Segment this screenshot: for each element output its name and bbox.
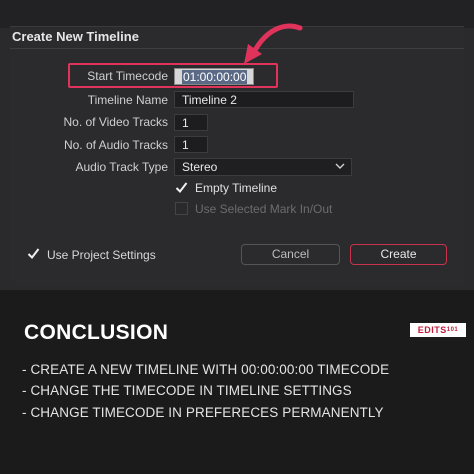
- chevron-down-icon: [335, 163, 345, 169]
- use-project-settings-label: Use Project Settings: [47, 248, 156, 262]
- screenshot-area: Create New Timeline Start Timecode 01:00…: [0, 0, 474, 290]
- checkmark-icon: [27, 248, 40, 260]
- use-project-settings-checkbox[interactable]: [27, 247, 40, 260]
- dialog-title: Create New Timeline: [12, 29, 139, 44]
- logo-text: EDITS: [417, 325, 447, 335]
- timeline-name-label: Timeline Name: [87, 93, 168, 107]
- audio-type-select[interactable]: Stereo: [174, 158, 352, 176]
- pointer-arrow-icon: [244, 23, 303, 64]
- audio-type-value: Stereo: [182, 160, 218, 174]
- edits101-logo: EDITS101: [410, 323, 466, 337]
- checkmark-icon: [175, 182, 188, 194]
- logo-number: 101: [446, 327, 459, 333]
- empty-timeline-label: Empty Timeline: [195, 181, 278, 195]
- conclusion-point-3: - CHANGE TIMECODE IN PREFERECES PERMANEN…: [22, 405, 384, 420]
- video-tracks-input[interactable]: 1: [174, 114, 208, 131]
- timeline-name-input[interactable]: Timeline 2: [174, 91, 354, 108]
- conclusion-heading: CONCLUSION: [24, 321, 169, 344]
- cancel-button[interactable]: Cancel: [241, 244, 340, 265]
- use-marks-checkbox[interactable]: [175, 202, 188, 215]
- empty-timeline-checkbox[interactable]: [175, 181, 188, 194]
- video-tracks-label: No. of Video Tracks: [63, 115, 169, 129]
- audio-type-label: Audio Track Type: [75, 160, 169, 174]
- use-marks-label: Use Selected Mark In/Out: [195, 202, 333, 216]
- conclusion-point-1: - CREATE A NEW TIMELINE WITH 00:00:00:00…: [22, 362, 390, 377]
- audio-tracks-input[interactable]: 1: [174, 136, 208, 153]
- conclusion-point-2: - CHANGE THE TIMECODE IN TIMELINE SETTIN…: [22, 383, 352, 398]
- audio-tracks-label: No. of Audio Tracks: [63, 138, 168, 152]
- create-button[interactable]: Create: [350, 244, 447, 265]
